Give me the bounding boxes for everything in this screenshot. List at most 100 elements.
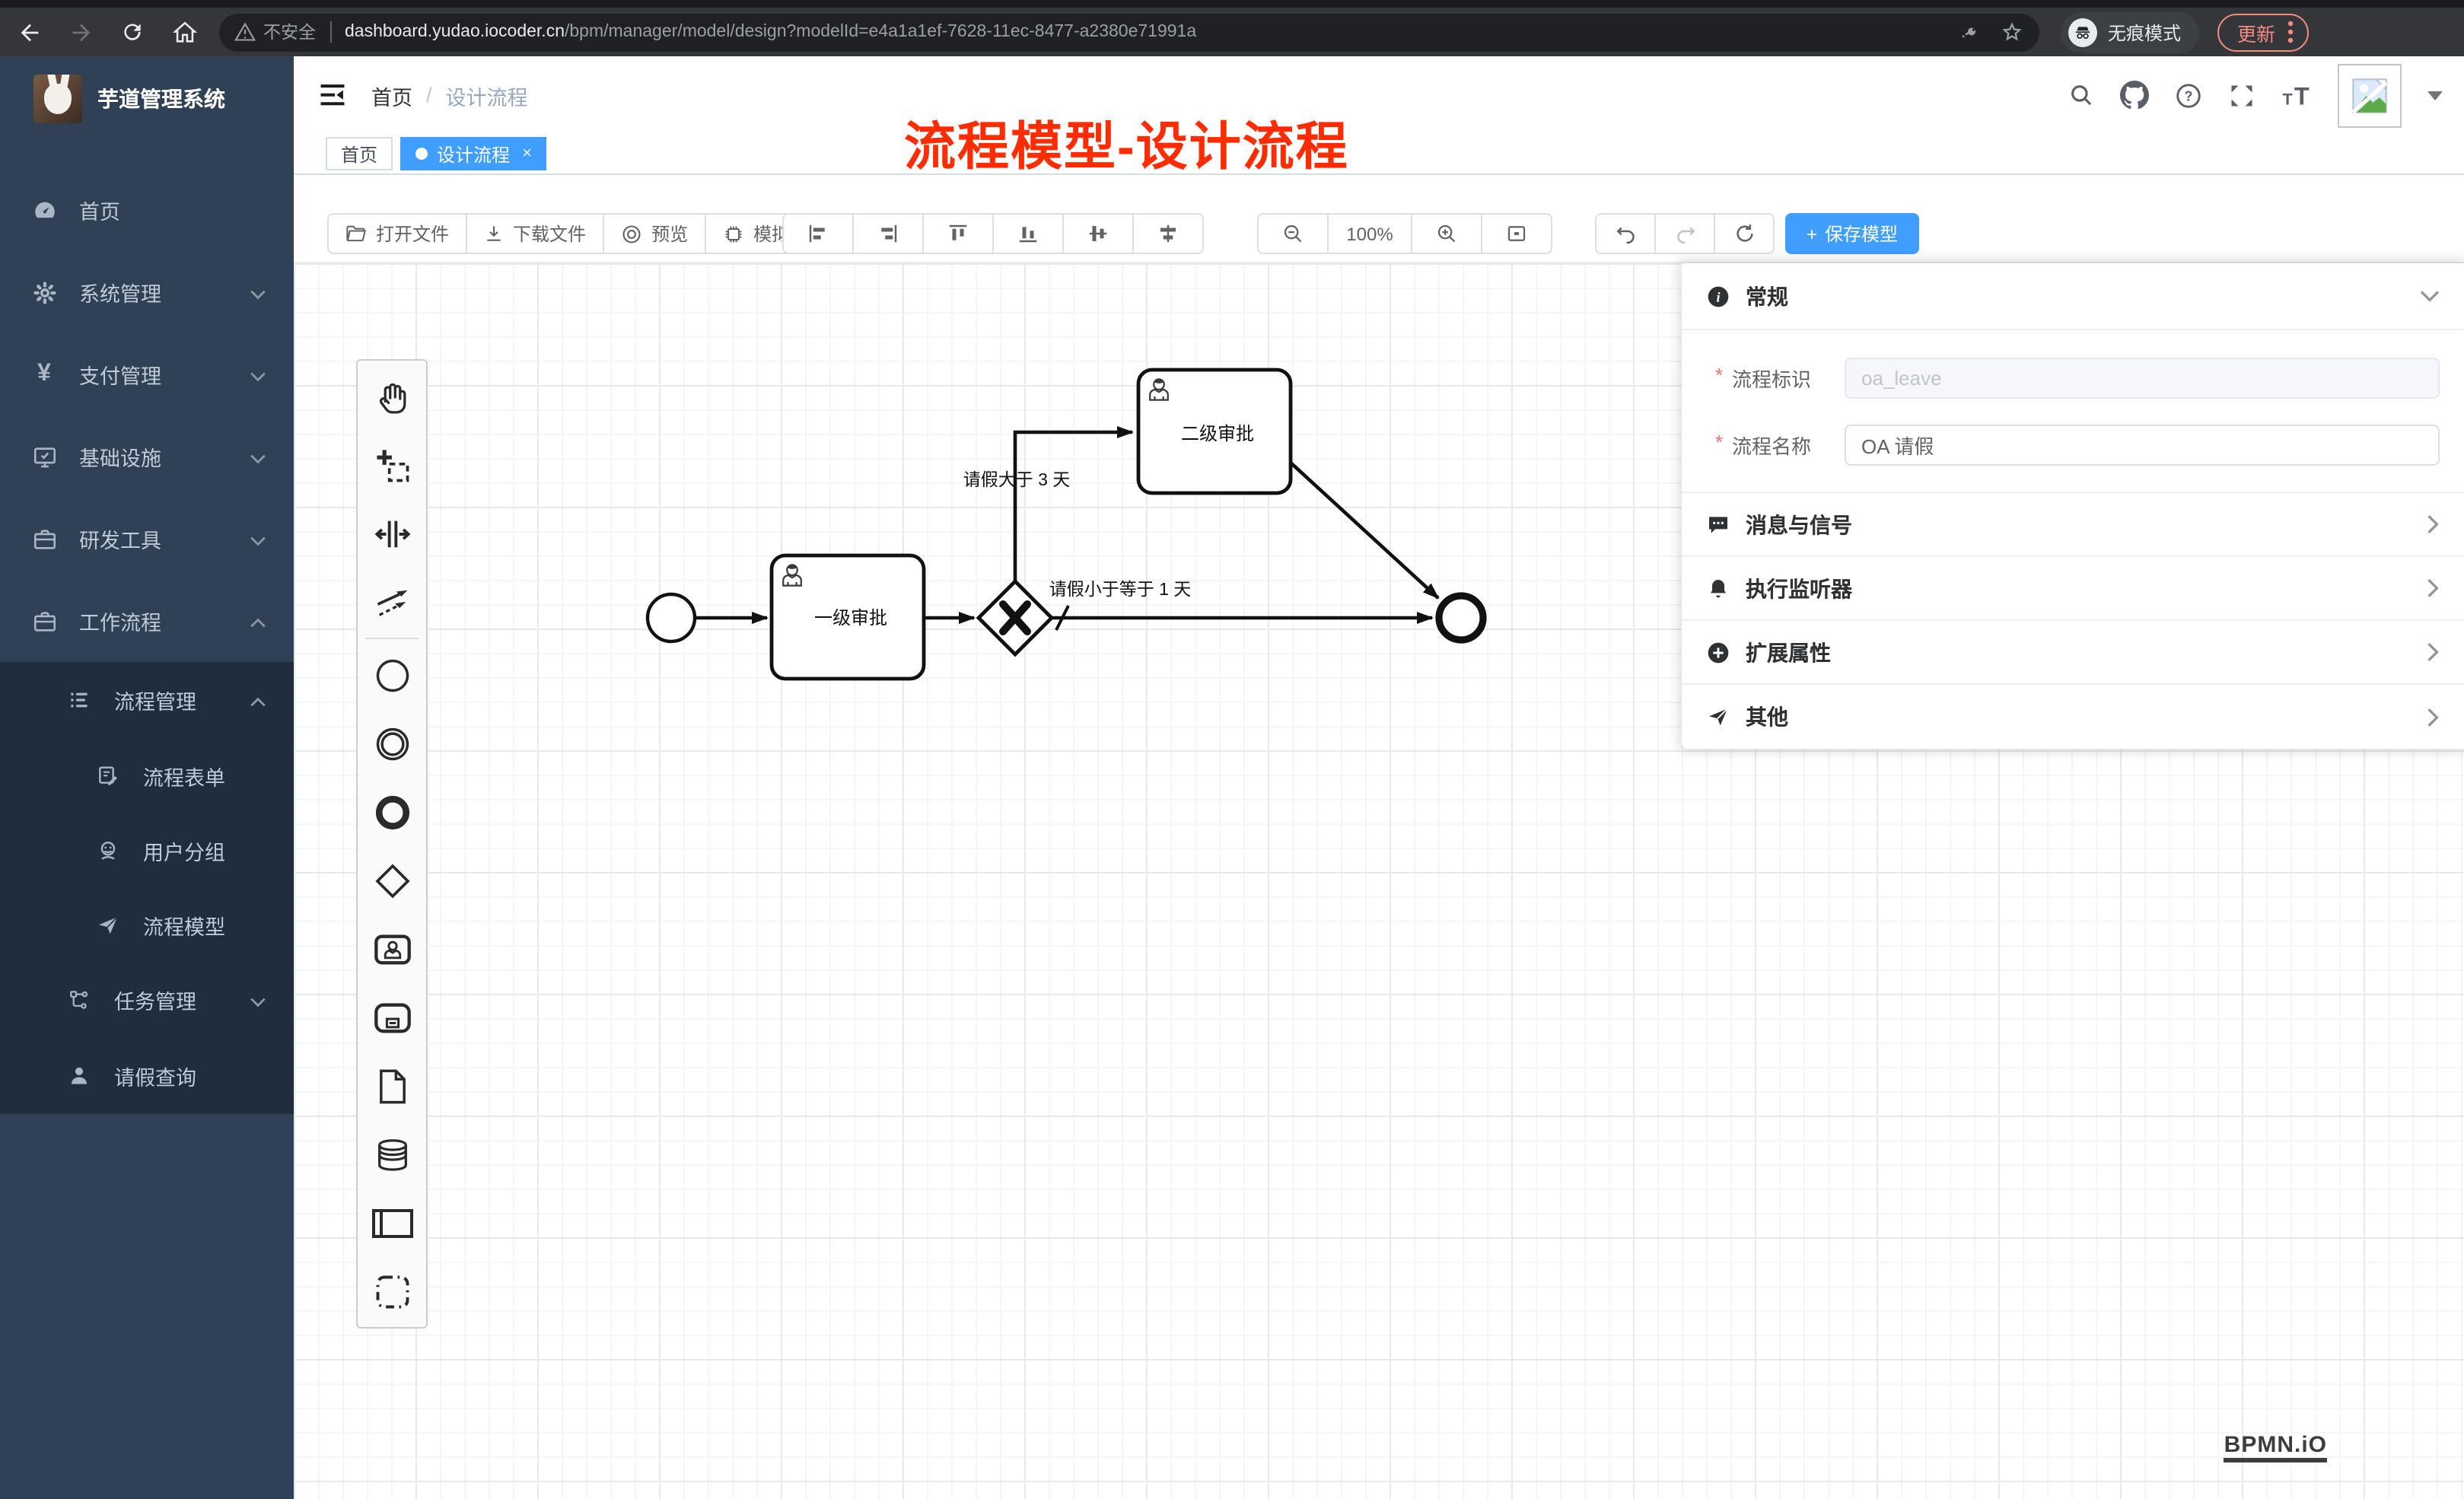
zoom-level-label: 100% — [1346, 223, 1393, 244]
avatar-caret-icon[interactable] — [2427, 91, 2443, 100]
process-key-input[interactable] — [1845, 358, 2440, 399]
sidebar-toggle-icon[interactable] — [317, 80, 347, 110]
search-icon[interactable] — [2068, 82, 2094, 108]
avatar[interactable] — [2338, 63, 2402, 127]
tab-home[interactable]: 首页 — [326, 137, 393, 170]
tab-design-process[interactable]: 设计流程 × — [400, 137, 547, 170]
close-icon[interactable]: × — [522, 145, 532, 163]
undo-button[interactable] — [1595, 213, 1656, 254]
download-file-button[interactable]: 下载文件 — [466, 213, 604, 254]
zoom-level[interactable]: 100% — [1327, 213, 1412, 254]
url-host: dashboard.yudao.iocoder.cn — [345, 23, 565, 41]
url-bar[interactable]: 不安全 dashboard.yudao.iocoder.cn/bpm/manag… — [219, 13, 2039, 51]
back-icon[interactable] — [6, 12, 52, 52]
gear-icon — [30, 278, 58, 306]
sidebar-item-system[interactable]: 系统管理 — [0, 251, 294, 333]
open-file-label: 打开文件 — [376, 221, 449, 247]
panel-section-message-signal[interactable]: 消息与信号 — [1682, 493, 2464, 557]
sidebar-item-label: 支付管理 — [79, 359, 161, 390]
open-file-button[interactable]: 打开文件 — [327, 213, 467, 254]
flow-task2-to-end[interactable] — [1291, 463, 1438, 598]
chevron-right-icon — [2426, 707, 2440, 727]
user-task-level2[interactable]: 二级审批 — [1138, 370, 1291, 493]
align-left-button[interactable] — [782, 213, 854, 254]
redo-button[interactable] — [1654, 213, 1715, 254]
panel-section-general[interactable]: i 常规 — [1682, 263, 2464, 330]
align-center-horizontal-button[interactable] — [1062, 213, 1134, 254]
form-icon — [94, 762, 122, 789]
end-event[interactable] — [1439, 596, 1483, 640]
zoom-out-button[interactable] — [1257, 213, 1329, 254]
reload-icon[interactable] — [110, 12, 155, 52]
kebab-menu-icon[interactable] — [2287, 20, 2294, 44]
chevron-down-icon — [250, 363, 266, 386]
sidebar-item-devtools[interactable]: 研发工具 — [0, 498, 294, 580]
incognito-badge: 无痕模式 — [2061, 11, 2199, 53]
chevron-down-icon — [250, 527, 266, 550]
sidebar-item-workflow[interactable]: 工作流程 — [0, 580, 294, 662]
save-model-button[interactable]: + 保存模型 — [1785, 213, 1919, 254]
user-task-level1[interactable]: 一级审批 — [772, 555, 924, 679]
app-root: 不安全 dashboard.yudao.iocoder.cn/bpm/manag… — [0, 0, 2464, 1499]
plus-circle-icon — [1706, 640, 1730, 664]
help-icon[interactable]: ? — [2175, 81, 2202, 109]
app-title: 芋道管理系统 — [97, 84, 225, 114]
process-name-input[interactable] — [1845, 425, 2440, 466]
align-right-button[interactable] — [852, 213, 924, 254]
sidebar-item-user-group[interactable]: 用户分组 — [0, 813, 294, 887]
svg-text:T: T — [2294, 82, 2310, 108]
flow-label-le1[interactable]: 请假小于等于 1 天 — [1049, 579, 1192, 599]
flow-gateway-to-task2[interactable] — [1015, 432, 1132, 581]
chevron-up-icon — [250, 609, 266, 632]
sidebar-item-label: 请假查询 — [114, 1061, 196, 1091]
sidebar-item-payment[interactable]: ¥ 支付管理 — [0, 333, 294, 415]
sidebar-item-leave-query[interactable]: 请假查询 — [0, 1038, 294, 1114]
fullscreen-icon[interactable] — [2228, 81, 2255, 109]
sidebar-item-label: 任务管理 — [114, 985, 196, 1015]
font-size-icon[interactable]: TT — [2281, 82, 2312, 108]
flow-label-gt3[interactable]: 请假大于 3 天 — [963, 469, 1071, 489]
paper-plane-icon — [94, 911, 122, 938]
broken-image-icon — [2350, 75, 2389, 115]
exclusive-gateway[interactable] — [979, 581, 1052, 654]
zoom-reset-button[interactable] — [1481, 213, 1552, 254]
align-top-button[interactable] — [922, 213, 994, 254]
bpmn-canvas[interactable]: 一级审批 二级审批 请假大于 3 天 请假小于等于 1 天 — [294, 262, 2464, 1499]
home-icon[interactable] — [161, 12, 207, 52]
sidebar-item-home[interactable]: 首页 — [0, 169, 294, 251]
sidebar-item-process-form[interactable]: 流程表单 — [0, 738, 294, 813]
security-warning[interactable]: 不安全 — [234, 20, 316, 44]
panel-section-other[interactable]: 其他 — [1682, 685, 2464, 749]
sidebar-item-infra[interactable]: 基础设施 — [0, 415, 294, 498]
panel-section-execution-listener[interactable]: 执行监听器 — [1682, 557, 2464, 621]
bookmark-star-icon[interactable] — [2000, 20, 2024, 44]
logo-image — [33, 75, 82, 123]
panel-section-extended-attributes[interactable]: 扩展属性 — [1682, 621, 2464, 685]
chevron-right-icon — [2426, 642, 2440, 662]
start-event[interactable] — [648, 594, 695, 641]
github-icon[interactable] — [2120, 81, 2149, 110]
app-header: 首页 / 设计流程 ? TT — [294, 56, 2464, 134]
sidebar-item-task-mgmt[interactable]: 任务管理 — [0, 962, 294, 1038]
forward-icon[interactable] — [58, 12, 103, 52]
preview-button[interactable]: 预览 — [603, 213, 706, 254]
sidebar-item-label: 工作流程 — [79, 606, 161, 636]
zoom-in-button[interactable] — [1411, 213, 1482, 254]
process-key-field: *流程标识 — [1706, 358, 2440, 399]
message-icon — [1706, 512, 1730, 536]
sidebar-item-process-mgmt[interactable]: 流程管理 — [0, 662, 294, 738]
url-text[interactable]: dashboard.yudao.iocoder.cn/bpm/manager/m… — [345, 23, 1947, 41]
sidebar-item-label: 系统管理 — [79, 277, 161, 307]
restart-button[interactable] — [1714, 213, 1775, 254]
svg-text:i: i — [1716, 289, 1720, 304]
bpmn-io-watermark[interactable]: BPMN.iO — [2224, 1433, 2327, 1462]
zoom-button-group: 100% — [1257, 213, 1552, 254]
sidebar-item-process-model[interactable]: 流程模型 — [0, 887, 294, 962]
align-bottom-button[interactable] — [992, 213, 1064, 254]
update-button[interactable]: 更新 — [2217, 13, 2309, 51]
chevron-up-icon — [250, 689, 266, 711]
key-icon[interactable] — [1959, 21, 1982, 43]
app-logo[interactable]: 芋道管理系统 — [0, 56, 294, 142]
align-center-vertical-button[interactable] — [1132, 213, 1204, 254]
breadcrumb-home[interactable]: 首页 — [371, 80, 412, 110]
